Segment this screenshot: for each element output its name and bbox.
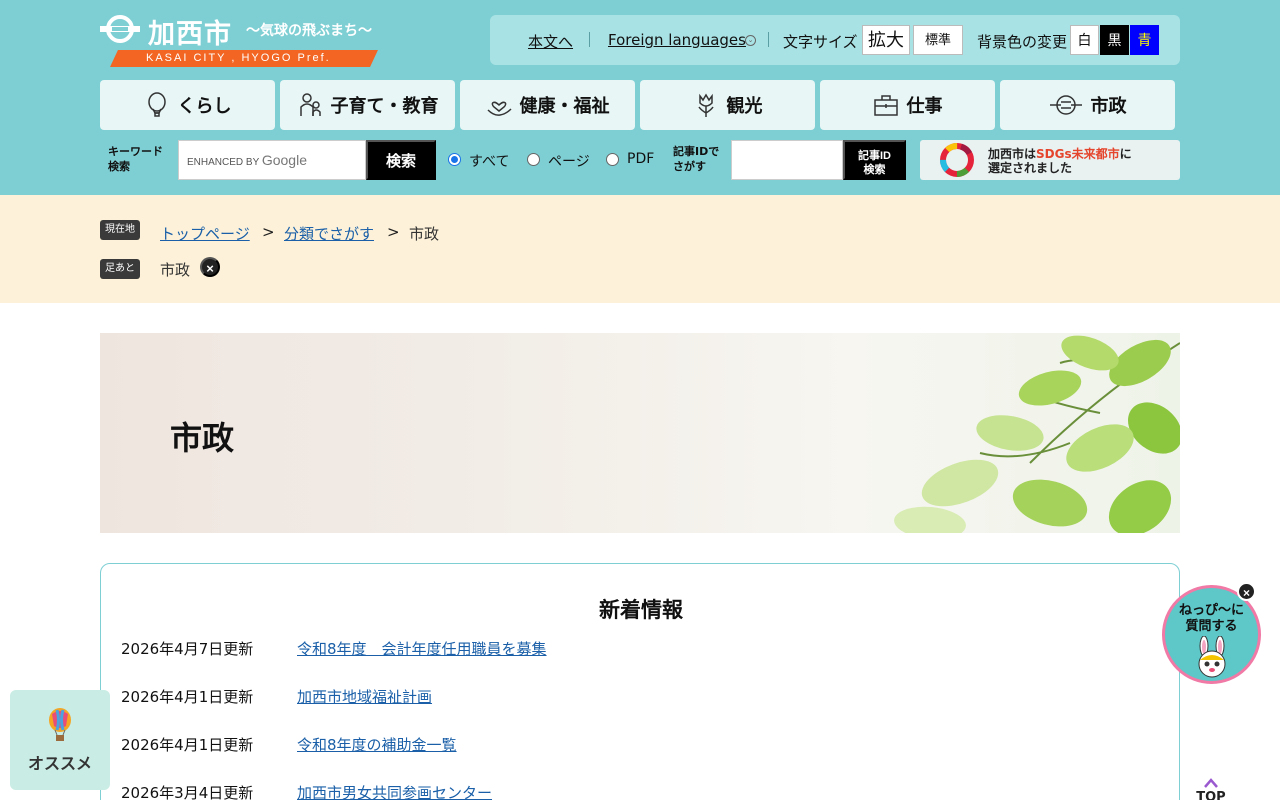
tulip-icon	[697, 93, 714, 117]
keyword-search-label: キーワード 検索	[108, 145, 163, 173]
article-id-search-button[interactable]: 記事ID 検索	[843, 140, 906, 180]
breadcrumb-category-link[interactable]: 分類でさがす	[284, 223, 374, 244]
current-location-tag: 現在地	[100, 220, 140, 240]
font-size-normal-button[interactable]: 標準	[913, 25, 963, 55]
scope-all-label[interactable]: すべて	[469, 151, 509, 171]
font-size-label: 文字サイズ	[783, 33, 858, 51]
nav-label: 観光	[726, 96, 763, 117]
utility-bar: 本文へ Foreign languages ⌄ 文字サイズ 拡大 標準 背景色の…	[490, 15, 1180, 65]
hand-heart-icon	[486, 101, 512, 116]
chevron-up-icon	[1204, 778, 1218, 788]
nav-label: 仕事	[906, 96, 943, 117]
bg-white-button[interactable]: 白	[1070, 25, 1099, 55]
bg-black-button[interactable]: 黒	[1100, 25, 1129, 55]
logo-band-text: KASAI CITY , HYOGO Pref.	[146, 52, 331, 64]
city-emblem-icon	[1049, 95, 1082, 115]
news-link[interactable]: 令和8年度 会計年度任用職員を募集	[297, 638, 547, 659]
news-date: 2026年4月1日更新	[121, 736, 254, 754]
breadcrumb-separator: >	[387, 223, 400, 241]
breadcrumb-current: 市政	[409, 225, 440, 243]
footprint-close-icon[interactable]: ×	[200, 257, 220, 277]
news-link[interactable]: 加西市地域福祉計画	[297, 686, 432, 707]
footprint-tag: 足あと	[100, 259, 140, 279]
chatbot-close-icon[interactable]: ×	[1237, 582, 1256, 601]
nav-kurashi[interactable]: くらし	[100, 80, 275, 130]
breadcrumb-area: 現在地 トップページ > 分類でさがす > 市政 足あと 市政 ×	[0, 195, 1280, 303]
sdgs-text: 加西市はSDGs未来都市に 選定されました	[988, 147, 1132, 175]
search-button[interactable]: 検索	[366, 140, 436, 180]
page-title: 市政	[170, 419, 235, 457]
nav-kenko-fukushi[interactable]: 健康・福祉	[460, 80, 635, 130]
mascot-icon	[1198, 636, 1226, 678]
site-catchphrase: 〜気球の飛ぶまち〜	[246, 23, 372, 39]
news-date: 2026年4月7日更新	[121, 640, 254, 658]
balloon-icon	[147, 92, 166, 117]
chatbot-label: ねっぴ〜に 質問する	[1178, 603, 1244, 634]
background-color-label: 背景色の変更	[977, 33, 1068, 51]
page-hero: 市政	[100, 333, 1180, 533]
back-to-top-label: TOP	[1196, 790, 1226, 800]
scope-page-label[interactable]: ページ	[548, 151, 590, 171]
search-placeholder: ENHANCED BY Google	[187, 152, 307, 168]
hot-air-balloon-icon	[49, 708, 71, 741]
parent-child-icon	[299, 93, 321, 116]
site-header: 加西市 〜気球の飛ぶまち〜 KASAI CITY , HYOGO Pref. 本…	[0, 0, 1280, 195]
scope-pdf-label[interactable]: PDF	[627, 151, 654, 167]
nav-kosodate[interactable]: 子育て・教育	[280, 80, 455, 130]
leaves-image	[894, 335, 1180, 533]
news-date: 2026年3月4日更新	[121, 784, 254, 800]
divider	[589, 32, 590, 47]
nav-label: くらし	[177, 96, 232, 117]
font-size-large-button[interactable]: 拡大	[862, 25, 910, 55]
nav-shisei[interactable]: 市政	[1000, 80, 1175, 130]
news-title: 新着情報	[599, 598, 683, 622]
city-emblem-icon	[100, 15, 140, 43]
briefcase-icon	[873, 95, 898, 116]
back-to-top-button[interactable]: TOP	[1180, 770, 1242, 800]
nav-label: 市政	[1090, 96, 1127, 117]
breadcrumb-separator: >	[262, 223, 275, 241]
scope-all-radio[interactable]	[448, 153, 461, 166]
recommend-button[interactable]: オススメ	[10, 690, 110, 790]
nav-label: 健康・福祉	[519, 96, 610, 117]
nav-shigoto[interactable]: 仕事	[820, 80, 995, 130]
site-name: 加西市	[148, 19, 232, 50]
bg-blue-button[interactable]: 青	[1130, 25, 1159, 55]
divider	[768, 32, 769, 47]
news-link[interactable]: 令和8年度の補助金一覧	[297, 734, 457, 755]
scope-pdf-radio[interactable]	[606, 153, 619, 166]
sdgs-wheel-icon	[940, 143, 974, 177]
chevron-down-icon[interactable]: ⌄	[745, 35, 756, 46]
foreign-languages-link[interactable]: Foreign languages	[608, 31, 746, 49]
nav-kanko[interactable]: 観光	[640, 80, 815, 130]
nav-label: 子育て・教育	[330, 96, 439, 117]
footprint-item[interactable]: 市政	[160, 259, 190, 280]
sdgs-banner[interactable]: 加西市はSDGs未来都市に 選定されました	[920, 140, 1180, 180]
news-date: 2026年4月1日更新	[121, 688, 254, 706]
news-link[interactable]: 加西市男女共同参画センター	[297, 782, 492, 800]
skip-to-content-link[interactable]: 本文へ	[528, 31, 573, 52]
recommend-label: オススメ	[27, 754, 92, 773]
breadcrumb-top-link[interactable]: トップページ	[160, 223, 250, 244]
article-id-label: 記事IDで さがす	[673, 145, 720, 173]
news-panel: 新着情報 2026年4月7日更新 令和8年度 会計年度任用職員を募集 2026年…	[100, 563, 1180, 800]
scope-page-radio[interactable]	[527, 153, 540, 166]
site-logo[interactable]: 加西市 〜気球の飛ぶまち〜 KASAI CITY , HYOGO Pref.	[100, 12, 380, 70]
keyword-search-input[interactable]: ENHANCED BY Google	[178, 140, 366, 180]
article-id-input[interactable]	[731, 140, 843, 180]
